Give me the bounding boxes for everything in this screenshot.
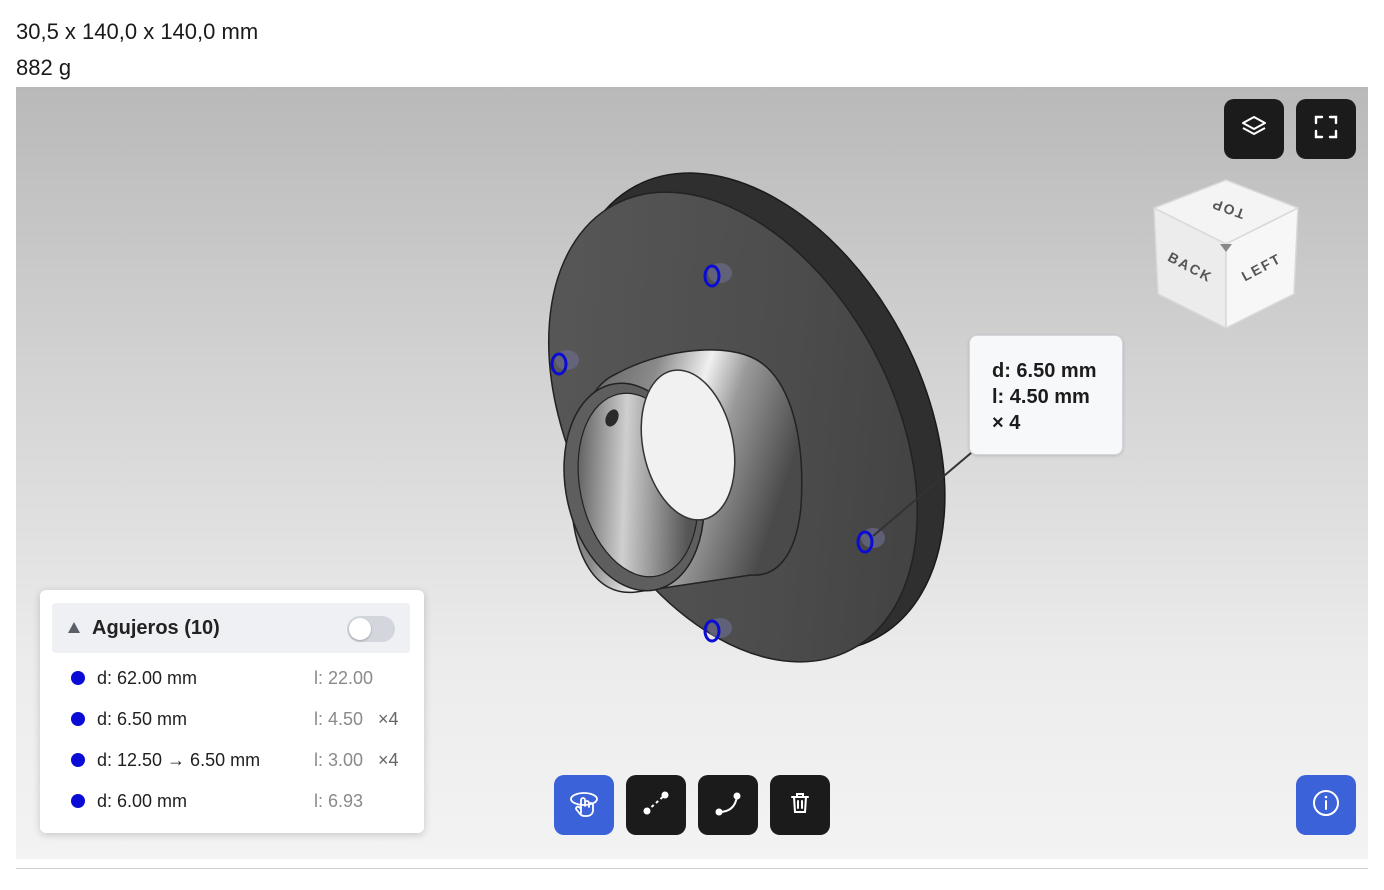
toggle-knob xyxy=(349,618,371,640)
holes-panel-header[interactable]: Agujeros (10) xyxy=(52,603,410,653)
info-button[interactable] xyxy=(1296,775,1356,835)
holes-panel-title: Agujeros (10) xyxy=(92,617,220,639)
rotate-hand-icon xyxy=(567,786,601,825)
delete-button[interactable] xyxy=(770,775,830,835)
view-cube[interactable]: TOP BACK LEFT xyxy=(1146,172,1306,332)
hole-length: l: 3.00 xyxy=(314,750,364,770)
hole-count: ×4 xyxy=(378,709,399,729)
hole-diameter: d: 6.00 mm xyxy=(97,791,188,811)
hole-row[interactable]: d: 12.50 → 6.50 mm l: 3.00 ×4 xyxy=(40,742,424,778)
hole-diameter: d: 62.00 mm xyxy=(97,668,198,688)
trash-icon xyxy=(787,790,813,821)
3d-viewport[interactable]: d: 6.50 mm l: 4.50 mm × 4 TOP BACK LEFT … xyxy=(16,87,1368,859)
measure-curve-icon xyxy=(711,786,745,825)
hole-length: l: 22.00 xyxy=(314,668,374,688)
fullscreen-button[interactable] xyxy=(1296,99,1356,159)
layers-icon xyxy=(1239,112,1269,147)
hole-color-dot xyxy=(71,753,85,767)
bottom-divider xyxy=(16,868,1368,869)
hole-row[interactable]: d: 62.00 mm l: 22.00 xyxy=(40,660,424,696)
callout-diameter: d: 6.50 mm xyxy=(992,360,1097,382)
hole-length: l: 6.93 xyxy=(314,791,364,811)
hole-diameter: d: 6.50 mm xyxy=(97,709,188,729)
measure-distance-icon xyxy=(639,786,673,825)
measure-curve-button[interactable] xyxy=(698,775,758,835)
rotate-tool-button[interactable] xyxy=(554,775,614,835)
part-dimensions: 30,5 x 140,0 x 140,0 mm xyxy=(16,19,259,44)
hole-row[interactable]: d: 6.00 mm l: 6.93 xyxy=(40,783,424,819)
info-icon xyxy=(1311,788,1341,823)
hole-row[interactable]: d: 6.50 mm l: 4.50 ×4 xyxy=(40,701,424,737)
fullscreen-icon xyxy=(1312,113,1340,146)
layers-button[interactable] xyxy=(1224,99,1284,159)
hole-color-dot xyxy=(71,671,85,685)
hole-diameter: d: 12.50 → 6.50 mm xyxy=(97,750,261,770)
callout-length: l: 4.50 mm xyxy=(992,386,1090,408)
hole-length: l: 4.50 xyxy=(314,709,364,729)
hole-callout: d: 6.50 mm l: 4.50 mm × 4 xyxy=(969,335,1123,455)
holes-visibility-toggle[interactable] xyxy=(347,616,395,642)
measure-distance-button[interactable] xyxy=(626,775,686,835)
hole-color-dot xyxy=(71,712,85,726)
hole-count: ×4 xyxy=(378,750,399,770)
holes-panel: Agujeros (10) d: 62.00 mm l: 22.00 d: 6.… xyxy=(40,590,424,833)
part-weight: 882 g xyxy=(16,55,72,80)
hole-color-dot xyxy=(71,794,85,808)
collapse-triangle-icon[interactable] xyxy=(68,622,80,633)
callout-count: × 4 xyxy=(992,412,1021,434)
